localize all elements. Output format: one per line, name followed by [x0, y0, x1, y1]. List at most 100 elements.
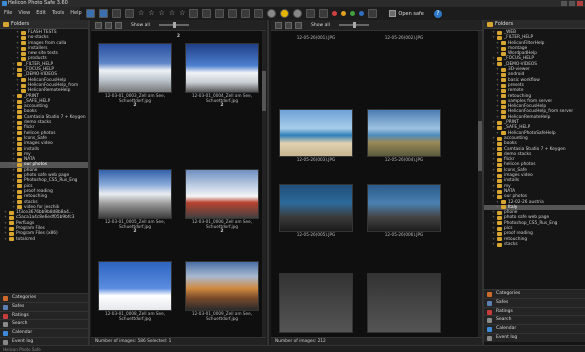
folder-tool-button[interactable] — [189, 9, 199, 18]
open-safe-button[interactable]: Open safe — [389, 10, 424, 17]
close-button[interactable] — [577, 1, 583, 6]
tab-search[interactable]: Search — [0, 319, 88, 329]
photo-thumbnail[interactable]: 12-03-01_0006_Zell am See, Schuettdorf.j… — [185, 169, 259, 234]
tab-categories[interactable]: Categories — [484, 289, 585, 298]
photo-image[interactable] — [98, 169, 172, 219]
refresh-icon[interactable] — [285, 21, 292, 29]
folder-icon — [497, 178, 502, 183]
rotate-tool-button[interactable] — [241, 9, 251, 18]
rating-star-icon[interactable]: ☆ — [179, 9, 185, 18]
filter-circle-icon[interactable] — [293, 9, 303, 18]
label-orange-icon[interactable] — [341, 11, 347, 16]
expand-toggle-icon[interactable]: + — [16, 56, 19, 61]
sort-icon[interactable] — [115, 21, 122, 29]
tab-safes[interactable]: Safes — [0, 301, 88, 311]
tool-button[interactable] — [319, 9, 329, 18]
expand-toggle-icon[interactable]: + — [12, 72, 15, 77]
expand-toggle-icon[interactable]: + — [496, 115, 499, 120]
photo-thumbnail[interactable]: 12-03-01_0008_Zell am See, Schuettdorf.j… — [98, 261, 172, 321]
help-icon[interactable]: ? — [433, 9, 442, 18]
expand-toggle-icon[interactable]: + — [496, 51, 499, 56]
photo-image[interactable] — [185, 169, 259, 219]
rating-star-icon[interactable]: ☆ — [169, 9, 175, 18]
tab-ratings[interactable]: Ratings — [0, 310, 88, 320]
tool-button[interactable] — [368, 9, 378, 18]
expand-toggle-icon[interactable]: + — [496, 205, 499, 210]
tab-search[interactable]: Search — [484, 315, 585, 325]
sort-icon[interactable] — [295, 21, 302, 29]
photo-image[interactable] — [98, 43, 172, 93]
photo-thumbnail[interactable] — [367, 273, 441, 333]
folder-icon — [21, 41, 26, 46]
view-grid-button[interactable] — [112, 9, 121, 18]
tab-calendar[interactable]: Calendar — [484, 324, 585, 333]
photo-thumbnail[interactable]: 12-05-26(005).JPG — [279, 184, 353, 237]
expand-toggle-icon[interactable]: + — [492, 35, 495, 40]
rating-star-icon[interactable]: ☆ — [148, 9, 154, 18]
rating-star-icon[interactable]: ☆ — [159, 9, 165, 18]
folder-tree-item[interactable]: + stacks — [484, 242, 585, 247]
photo-thumbnail[interactable]: 12-05-26(004).JPG — [367, 109, 441, 162]
photo-image[interactable] — [367, 184, 441, 232]
photo-thumbnail[interactable]: 12-05-26(006).JPG — [367, 184, 441, 237]
folder-up-icon[interactable] — [95, 21, 102, 29]
splitter[interactable] — [88, 20, 90, 352]
photo-image[interactable] — [367, 273, 441, 333]
photo-image[interactable] — [279, 273, 353, 333]
photo-thumbnail[interactable]: 12-03-01_0004_Zell am See, Schuettdorf.j… — [185, 43, 259, 108]
thumbnail-size-slider[interactable] — [338, 22, 369, 28]
expand-toggle-icon[interactable]: + — [492, 242, 495, 247]
photo-image[interactable] — [279, 184, 353, 232]
rating-star-icon[interactable]: ☆ — [138, 9, 144, 18]
tab-ratings[interactable]: Ratings — [484, 306, 585, 316]
view-list-button[interactable] — [125, 9, 134, 18]
photo-thumbnail[interactable]: 12-03-01_0005_Zell am See, Schuettdorf.j… — [98, 169, 172, 234]
expand-toggle-icon[interactable]: + — [16, 88, 19, 93]
maximize-button[interactable] — [569, 1, 575, 6]
menu-file[interactable]: File — [4, 7, 12, 20]
tab-safes[interactable]: Safes — [484, 297, 585, 307]
photo-thumbnail[interactable]: 12-03-01_0009_Zell am See, Schuettdorf.j… — [185, 261, 259, 321]
delete-tool-button[interactable] — [228, 9, 238, 18]
thumbnail-size-slider[interactable] — [158, 22, 189, 28]
tool-button[interactable] — [306, 9, 316, 18]
move-tool-button[interactable] — [215, 9, 225, 18]
expand-toggle-icon[interactable]: + — [492, 62, 495, 67]
minimize-button[interactable] — [561, 1, 567, 6]
menu-view[interactable]: View — [18, 7, 30, 20]
photo-image[interactable] — [98, 261, 172, 311]
splitter[interactable] — [267, 20, 269, 352]
view-dual-button[interactable] — [99, 9, 108, 18]
folder-tree-item[interactable]: + totalcmd — [0, 237, 88, 242]
photo-thumbnail[interactable]: 12-03-01_0003_Zell am See, Schuettdorf.j… — [98, 43, 172, 108]
copy-tool-button[interactable] — [202, 9, 212, 18]
expand-toggle-icon[interactable]: + — [496, 131, 499, 136]
left-pane-scrollbar[interactable] — [262, 31, 266, 337]
tab-categories[interactable]: Categories — [0, 293, 88, 302]
photo-image[interactable] — [185, 43, 259, 93]
view-single-button[interactable] — [86, 9, 95, 18]
expand-toggle-icon[interactable]: + — [4, 237, 7, 242]
expand-toggle-icon[interactable]: + — [492, 125, 495, 130]
photo-thumbnail[interactable] — [279, 273, 353, 333]
settings-gear-icon[interactable] — [267, 9, 277, 18]
show-all-dropdown[interactable]: Show all — [311, 23, 330, 28]
photo-thumbnail[interactable]: 12-05-26(003).JPG — [279, 109, 353, 162]
show-all-dropdown[interactable]: Show all — [131, 23, 150, 28]
tab-calendar[interactable]: Calendar — [0, 328, 88, 337]
export-tool-button[interactable] — [254, 9, 264, 18]
label-blue-icon[interactable] — [359, 11, 365, 16]
menu-edit[interactable]: Edit — [36, 7, 46, 20]
photo-image[interactable] — [185, 261, 259, 311]
highlight-icon[interactable] — [280, 9, 290, 18]
tab-event-log[interactable]: Event log — [484, 332, 585, 342]
refresh-icon[interactable] — [105, 21, 112, 29]
expand-toggle-icon[interactable]: + — [492, 194, 495, 199]
folder-up-icon[interactable] — [275, 21, 282, 29]
menu-tools[interactable]: Tools — [52, 7, 64, 20]
photo-image[interactable] — [367, 109, 441, 157]
label-green-icon[interactable] — [350, 11, 356, 16]
photo-image[interactable] — [279, 109, 353, 157]
expand-toggle-icon[interactable]: + — [12, 205, 15, 210]
label-red-icon[interactable] — [332, 11, 338, 16]
